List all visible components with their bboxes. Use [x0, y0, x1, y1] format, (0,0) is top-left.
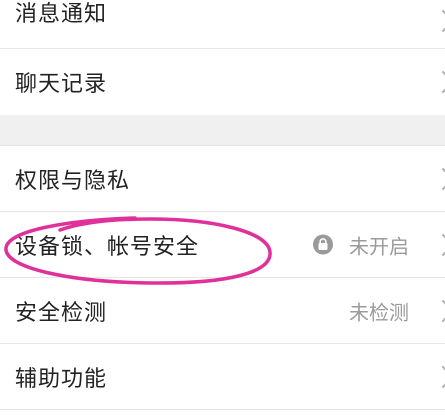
settings-item-notifications[interactable]: 消息通知: [0, 0, 445, 49]
section-divider: [0, 115, 445, 146]
chevron-right-icon: [431, 167, 445, 190]
settings-item-label: 辅助功能: [15, 366, 108, 392]
settings-item-label: 安全检测: [15, 300, 108, 326]
status-text: 未开启: [349, 234, 409, 258]
lock-icon: [313, 234, 333, 255]
chevron-right-icon: [431, 233, 445, 256]
settings-item-chat-history[interactable]: 聊天记录: [0, 49, 445, 115]
chevron-right-icon: [431, 365, 445, 388]
status-text: 未检测: [349, 300, 409, 324]
settings-item-label: 消息通知: [15, 2, 108, 27]
status-text-container: 未开启: [313, 230, 409, 259]
settings-item-permissions-privacy[interactable]: 权限与隐私: [0, 146, 445, 212]
settings-item-security-check[interactable]: 安全检测 未检测: [0, 278, 445, 344]
settings-item-label: 聊天记录: [15, 72, 108, 97]
status-text-container: 未检测: [349, 296, 409, 325]
settings-item-device-lock-account[interactable]: 设备锁、帐号安全 未开启: [0, 212, 445, 278]
settings-item-accessibility[interactable]: 辅助功能: [0, 344, 445, 410]
chevron-right-icon: [431, 70, 445, 94]
settings-item-label: 设备锁、帐号安全: [15, 234, 200, 260]
chevron-right-icon: [431, 9, 445, 33]
settings-list: 消息通知 聊天记录 权限与隐私 设备锁、帐号安全 未开启 安全检测 未检测 辅助…: [0, 0, 445, 410]
chevron-right-icon: [431, 299, 445, 322]
settings-item-label: 权限与隐私: [15, 168, 131, 194]
